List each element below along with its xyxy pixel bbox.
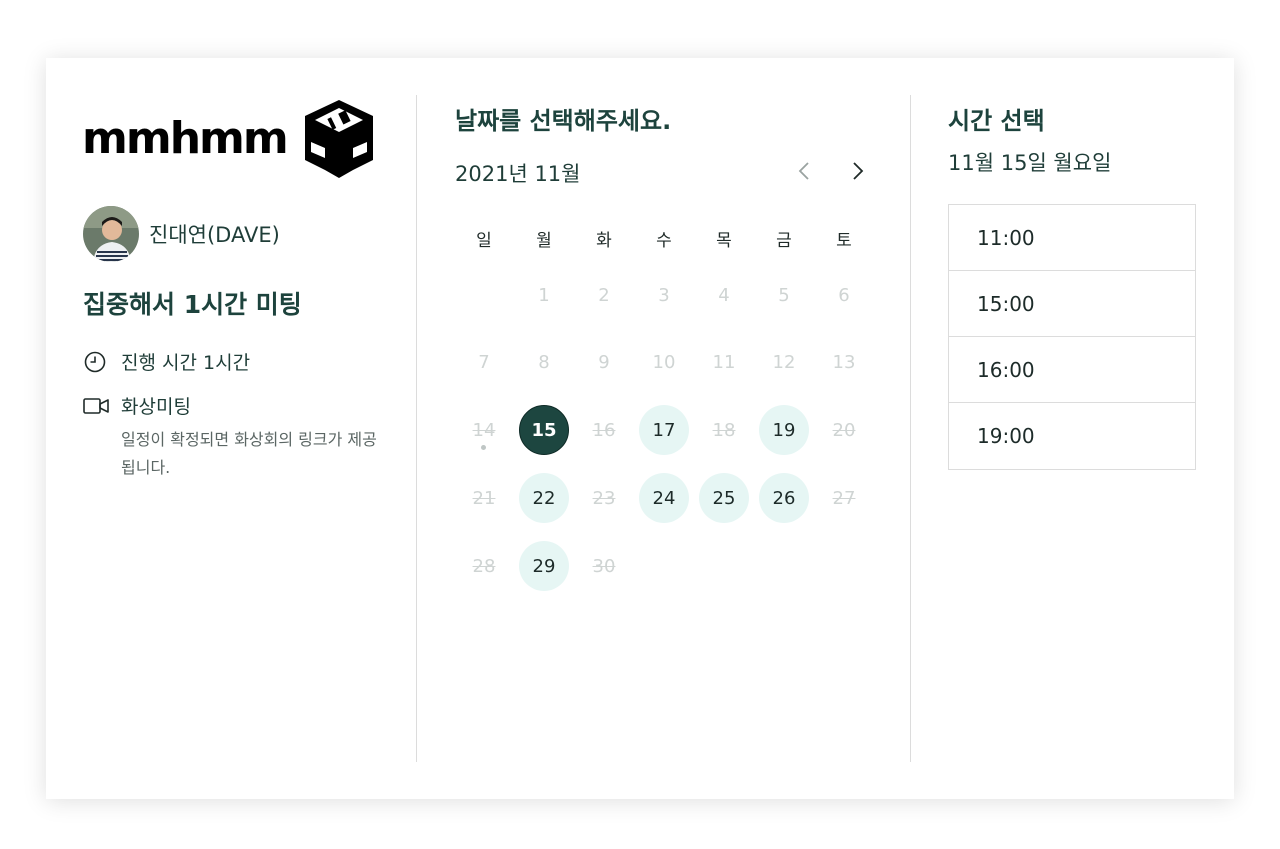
calendar-day-past: 4 [718,284,730,306]
calendar-day-past: 13 [832,351,856,373]
calendar-day-available[interactable]: 26 [759,473,809,523]
calendar-day-available[interactable]: 19 [759,405,809,455]
event-title: 집중해서 1시간 미팅 [83,290,302,319]
host-info: 진대연(DAVE) [83,206,280,262]
today-indicator [481,445,486,450]
host-name: 진대연(DAVE) [149,223,280,247]
calendar-day-available[interactable]: 24 [639,473,689,523]
calendar-day-unavailable: 21 [472,487,496,509]
prev-month-button[interactable] [790,156,818,186]
calendar-day-past: 1 [538,284,550,306]
weekday-label: 금 [776,231,792,251]
calendar-day-available[interactable]: 25 [699,473,749,523]
host-avatar [83,206,139,262]
calendar-day-past: 7 [478,351,490,373]
calendar-day-past: 12 [772,351,796,373]
calendar-day-selected[interactable]: 15 [519,405,569,455]
time-slot-button[interactable]: 11:00 [949,205,1195,271]
calendar-day-available[interactable]: 22 [519,473,569,523]
calendar-day-available[interactable]: 29 [519,541,569,591]
calendar-day-unavailable: 20 [832,419,856,441]
weekday-label: 월 [536,231,552,251]
weekday-label: 목 [716,231,732,251]
next-month-button[interactable] [844,156,872,186]
chevron-right-icon [853,162,864,180]
meeting-note: 일정이 확정되면 화상회의 링크가 제공됩니다. [121,430,377,477]
video-camera-icon [83,397,109,414]
calendar-day-unavailable: 18 [712,419,736,441]
calendar-day-unavailable: 16 [592,419,616,441]
calendar-day-available[interactable]: 17 [639,405,689,455]
calendar-day-unavailable: 30 [592,555,616,577]
calendar-day-past: 11 [712,351,736,373]
time-select-heading: 시간 선택 [948,107,1045,135]
duration-label: 진행 시간 1시간 [121,352,251,374]
calendar-day-past: 6 [838,284,850,306]
clock-icon [84,351,106,372]
calendar-day-unavailable: 27 [832,487,856,509]
weekday-label: 토 [836,231,852,251]
logo-mark-icon [304,100,373,178]
weekday-label: 화 [596,231,612,251]
calendar-day-past: 3 [658,284,670,306]
chevron-left-icon [798,162,809,180]
calendar-heading: 날짜를 선택해주세요. [455,107,672,135]
calendar-day-unavailable: 23 [592,487,616,509]
brand-logo: mmhmm [82,98,375,180]
calendar-day-past: 9 [598,351,610,373]
calendar-day-unavailable: 28 [472,555,496,577]
selected-date-label: 11월 15일 월요일 [948,151,1112,175]
time-slot-list: 11:00 15:00 16:00 19:00 [948,204,1196,470]
calendar-day-past: 8 [538,351,550,373]
weekday-label: 수 [656,231,672,251]
time-slot-button[interactable]: 16:00 [949,337,1195,403]
weekday-label: 일 [476,231,492,251]
panel-divider [910,95,911,762]
calendar-day-past: 10 [652,351,676,373]
calendar-day-past: 5 [778,284,790,306]
time-slot-button[interactable]: 19:00 [949,403,1195,469]
meeting-type-label: 화상미팅 [121,396,191,418]
logo-text: mmhmm [82,113,289,164]
calendar-day-past: 2 [598,284,610,306]
calendar-month-label: 2021년 11월 [455,162,581,186]
duration-detail: 진행 시간 1시간 [83,348,250,375]
booking-card: mmhmm 진대연(DAVE) 집중해서 1시간 미팅 진행 시간 1시간 화상… [46,58,1234,799]
time-slot-button[interactable]: 15:00 [949,271,1195,337]
meeting-type-detail: 화상미팅 [83,392,191,419]
panel-divider [416,95,417,762]
